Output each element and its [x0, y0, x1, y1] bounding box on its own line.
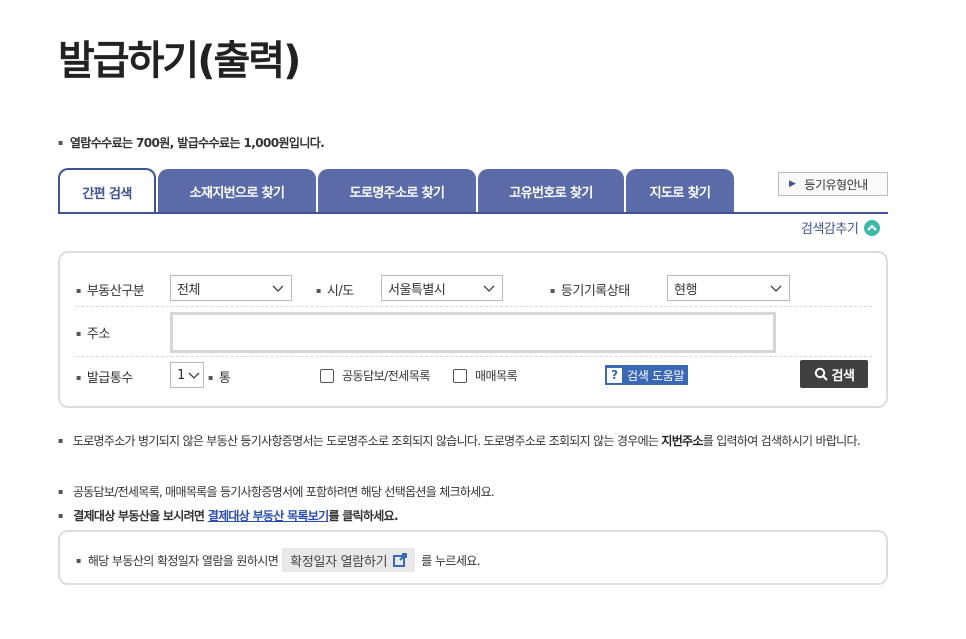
confirm-date-box: 해당 부동산의 확정일자 열람을 원하시면 확정일자 열람하기 를 누르세요.	[58, 530, 888, 585]
record-status-select[interactable]: 현행	[667, 275, 790, 301]
hide-search-toggle[interactable]: 검색감추기	[801, 218, 881, 237]
search-icon	[814, 367, 828, 381]
tab-unique-number[interactable]: 고유번호로 찾기	[478, 169, 624, 213]
options-note: 공동담보/전세목록, 매매목록을 등기사항증명서에 포함하려면 해당 선택옵션을…	[58, 481, 898, 503]
property-type-select[interactable]: 전체	[170, 275, 292, 301]
record-status-label: 등기기록상태	[550, 280, 630, 299]
tab-underline	[58, 212, 888, 214]
settlement-note: 결제대상 부동산을 보시려면 결제대상 부동산 목록보기를 클릭하세요.	[58, 505, 898, 527]
sale-list-checkbox[interactable]: 매매목록	[453, 367, 518, 384]
tab-lot-number[interactable]: 소재지번으로 찾기	[158, 169, 316, 213]
address-input[interactable]	[170, 312, 776, 353]
chevron-down-icon	[188, 372, 200, 379]
checkbox-box[interactable]	[453, 368, 467, 383]
arrow-right-icon: ▶	[789, 179, 796, 189]
external-link-icon	[393, 553, 408, 567]
settlement-list-link[interactable]: 결제대상 부동산 목록보기	[208, 509, 329, 523]
confirm-date-text: 해당 부동산의 확정일자 열람을 원하시면 확정일자 열람하기 를 누르세요.	[76, 548, 481, 572]
tab-simple-search[interactable]: 간편 검색	[58, 168, 156, 214]
address-label: 주소	[76, 323, 110, 342]
search-panel: 부동산구분 전체 시/도 서울특별시 등기기록상태 현행 주소 발급통수 1 통…	[58, 251, 888, 408]
registry-type-guide-button[interactable]: ▶ 등기유형안내	[778, 172, 888, 196]
tab-road-address[interactable]: 도로명주소로 찾기	[318, 169, 476, 213]
search-tabs: 간편 검색 소재지번으로 찾기 도로명주소로 찾기 고유번호로 찾기 지도로 찾…	[58, 168, 736, 214]
row-divider	[76, 356, 872, 357]
tab-map[interactable]: 지도로 찾기	[626, 169, 734, 213]
search-help-button[interactable]: ? 검색 도움말	[605, 365, 689, 385]
copies-select[interactable]: 1	[170, 362, 204, 388]
copies-unit: 통	[208, 367, 231, 386]
road-address-note: 도로명주소가 병기되지 않은 부동산 등기사항증명서는 도로명주소로 조회되지 …	[58, 430, 898, 452]
confirm-date-view-button[interactable]: 확정일자 열람하기	[282, 548, 416, 572]
fee-note: 열람수수료는 700원, 발급수수료는 1,000원입니다.	[58, 134, 325, 151]
region-select[interactable]: 서울특별시	[381, 275, 503, 301]
page-title: 발급하기(출력)	[58, 38, 301, 84]
row-divider	[76, 306, 872, 307]
joint-collateral-checkbox[interactable]: 공동담보/전세목록	[320, 367, 430, 384]
chevron-down-icon	[770, 285, 782, 292]
copies-label: 발급통수	[76, 367, 133, 386]
region-label: 시/도	[316, 280, 354, 299]
chevron-up-icon	[864, 219, 881, 236]
chevron-down-icon	[272, 285, 284, 292]
search-button[interactable]: 검색	[800, 360, 868, 388]
checkbox-box[interactable]	[320, 368, 334, 383]
property-type-label: 부동산구분	[76, 280, 145, 299]
chevron-down-icon	[483, 285, 495, 292]
question-icon: ?	[607, 367, 622, 383]
